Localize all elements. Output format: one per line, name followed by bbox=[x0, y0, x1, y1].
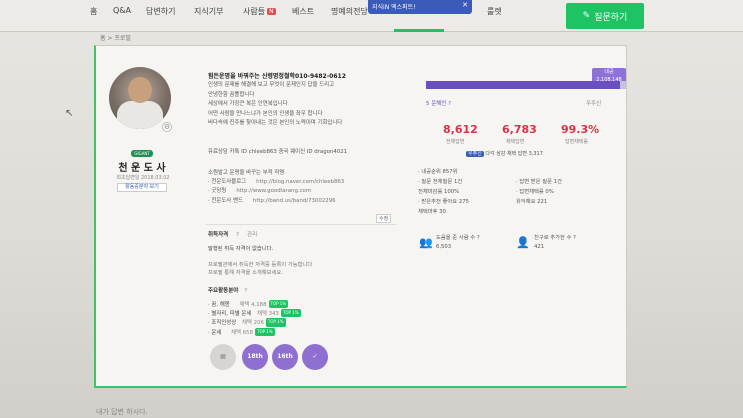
nav-home[interactable]: 홈 bbox=[90, 6, 97, 17]
nav-donate[interactable]: 지식기부 bbox=[194, 6, 223, 17]
activity-item[interactable]: · 운세 채택 658 TOP 1% bbox=[208, 327, 301, 337]
nav-answer[interactable]: 답변하기 bbox=[146, 6, 175, 17]
badge-16th[interactable]: 16th bbox=[272, 344, 298, 370]
intro-line: 인생의 문제를 해결해 보고 무엇이 문제인지 답을 드리고 bbox=[208, 82, 335, 89]
total-answers-label: 전체답변 bbox=[446, 139, 465, 145]
adoption-rate: 99.3% bbox=[561, 123, 600, 136]
profile-panel: ⚙ GIGANT 천 운 도 사 최초답변일 2018.03.02 활동중분야 … bbox=[94, 45, 627, 388]
mouse-cursor-icon: ↖ bbox=[65, 108, 74, 119]
badge-check[interactable]: ✓ bbox=[302, 344, 328, 370]
details-list-secondary: · 답변 받은 질문 1건 · 답변채택률 0% 유익해요 221 bbox=[516, 179, 562, 205]
site-link[interactable]: · 천운도사 밴드 http://band.us/band/73002296 bbox=[208, 197, 388, 206]
activity-title: 주요활동분야 ? bbox=[208, 288, 248, 294]
first-answer-date: 최초답변일 2018.03.02 bbox=[116, 175, 170, 181]
nav-best[interactable]: 베스트 bbox=[292, 6, 314, 17]
intro-line: 안녕한함 꿈틀합니다 bbox=[208, 91, 255, 98]
intro-title: 힘든운명을 바꿔주는 신령명정철학010-9482-0612 bbox=[208, 73, 346, 80]
level-current: 5 운해인 ? bbox=[426, 101, 452, 107]
site-links: 소원발고 운명을 바꾸는 부적 작명 · 천운도사블로그 http://blog.… bbox=[208, 169, 388, 206]
badge-icon[interactable]: ▦ bbox=[210, 344, 236, 370]
intro-line: 버다속에 진주를 찾아내는 것은 본인의 노력이며 기회입니다 bbox=[208, 120, 343, 127]
nav-roulette[interactable]: 룰렛 bbox=[487, 6, 502, 17]
divider bbox=[206, 224, 396, 225]
cert-empty: 말행된 취득 자격이 없습니다. bbox=[208, 246, 274, 252]
nav-hall-of-fame[interactable]: 명예의전당 bbox=[331, 6, 368, 17]
total-answers: 8,612 bbox=[443, 123, 478, 136]
footer-text: 내가 답변 하시다. bbox=[96, 408, 148, 416]
adopted-answers-label: 채택답변 bbox=[506, 139, 525, 145]
activity-item[interactable]: · 별자리, 띠별 운세 채택 343 TOP 1% bbox=[208, 309, 301, 318]
new-badge: N bbox=[267, 8, 276, 15]
top-navigation: 홈 Q&A 답변하기 지식기부 사람들 N 베스트 명예의전당 룰렛 지식iN 엑… bbox=[0, 0, 743, 32]
level-next: 우주신 bbox=[586, 101, 602, 107]
site-link[interactable]: · 천운도사블로그 http://blog.naver.com/chleeb863 bbox=[208, 178, 388, 187]
breadcrumb: 홈 > 프로필 bbox=[100, 35, 131, 42]
ask-question-button[interactable]: ✎ 질문하기 bbox=[566, 3, 644, 29]
adopted-answers: 6,783 bbox=[502, 123, 537, 136]
contact-info: 유료상담 카톡 ID chleeb863 중국 웨이신 ID dragon402… bbox=[208, 149, 348, 155]
pencil-icon: ✎ bbox=[582, 11, 591, 21]
edit-button[interactable]: 수정 bbox=[376, 214, 392, 223]
screen: 홈 Q&A 답변하기 지식기부 사람들 N 베스트 명예의전당 룰렛 지식iN 엑… bbox=[0, 0, 743, 418]
avatar bbox=[109, 67, 171, 129]
close-icon[interactable]: ✕ bbox=[462, 1, 468, 9]
cert-note: 프로필 통해 자격을 소개해보세요. bbox=[208, 270, 283, 276]
intro-line: 세상에서 가장큰 복은 인연복입니다 bbox=[208, 101, 288, 108]
helped-count[interactable]: 도움을 준 사람 수 ? 6,503 bbox=[436, 234, 480, 252]
gear-icon[interactable]: ⚙ bbox=[162, 122, 172, 132]
expert-popup[interactable]: 지식iN 엑스퍼트! ✕ bbox=[368, 0, 472, 14]
details-list: · 내공순위 857위 · 질문 전체질문 1건 전체마감률 100% · 받은… bbox=[418, 169, 469, 215]
level-progress-fill bbox=[426, 81, 620, 89]
add-friend-icon: 👤 bbox=[516, 236, 530, 249]
sites-title: 소원발고 운명을 바꾸는 부적 작명 bbox=[208, 170, 285, 176]
cert-manage-link[interactable]: 관리 bbox=[247, 232, 257, 238]
activity-list: · 꿈, 해몽 채택 4,188 TOP 1% · 별자리, 띠별 운세 채택 3… bbox=[208, 300, 301, 337]
adoption-note: 우주신 다각 삼감 채택 답변 3,317 bbox=[466, 151, 543, 157]
badge-18th[interactable]: 18th bbox=[242, 344, 268, 370]
user-name: 천 운 도 사 bbox=[118, 163, 166, 174]
cert-title: 취득자격 ? 관리 bbox=[208, 232, 258, 238]
activity-item[interactable]: · 꿈, 해몽 채택 4,188 TOP 1% bbox=[208, 300, 301, 309]
profile-intro: 힘든운명을 바꿔주는 신령명정철학010-9482-0612 인생의 문제를 해… bbox=[208, 72, 408, 128]
intro-line: 어떤 사람을 만나느냐가 본인의 인생을 좌우 합니다 bbox=[208, 110, 323, 117]
activity-item[interactable]: · 조직인성상 채택 206 TOP 1% bbox=[208, 318, 301, 327]
cert-note: 프로필관에서 취득한 자격증 등록이 가능합니다 bbox=[208, 262, 313, 268]
friend-count[interactable]: 친구로 추가한 수 ? 421 bbox=[534, 234, 576, 252]
people-icon: 👥 bbox=[419, 236, 433, 249]
nav-people[interactable]: 사람들 N bbox=[243, 6, 276, 17]
adoption-rate-label: 답변채택률 bbox=[565, 139, 589, 145]
site-link[interactable]: · 굿당링 http://www.goodlarang.com bbox=[208, 187, 388, 196]
active-tab-indicator bbox=[394, 29, 444, 32]
expert-field-link[interactable]: 활동중분야 보기 bbox=[117, 183, 167, 192]
nav-qna[interactable]: Q&A bbox=[113, 6, 131, 15]
rank-badge: GIGANT bbox=[131, 150, 153, 157]
